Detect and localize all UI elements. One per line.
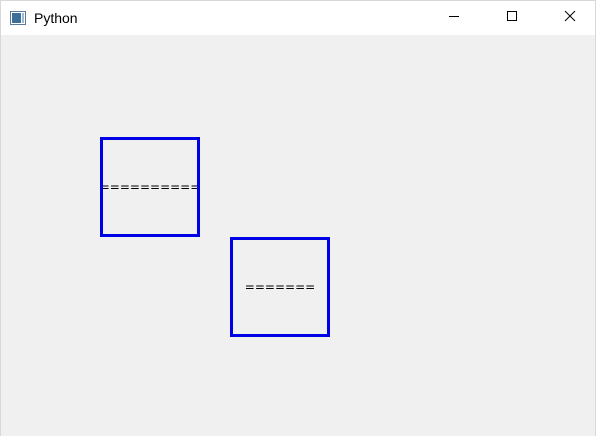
canvas-area[interactable]: ========== =======: [1, 35, 595, 436]
close-button[interactable]: [547, 1, 593, 35]
box-1-label: ==========: [100, 180, 200, 194]
draggable-box-1[interactable]: ==========: [100, 137, 200, 237]
title-bar[interactable]: Python: [1, 1, 595, 35]
maximize-icon: [506, 9, 518, 27]
minimize-button[interactable]: [431, 1, 477, 35]
maximize-button[interactable]: [489, 1, 535, 35]
draggable-box-2[interactable]: =======: [230, 237, 330, 337]
python-window-icon[interactable]: [10, 11, 26, 25]
app-window: Python ========== =======: [0, 0, 596, 436]
window-title: Python: [34, 10, 78, 26]
box-2-label: =======: [244, 280, 316, 294]
minimize-icon: [448, 9, 460, 27]
close-icon: [564, 9, 576, 27]
